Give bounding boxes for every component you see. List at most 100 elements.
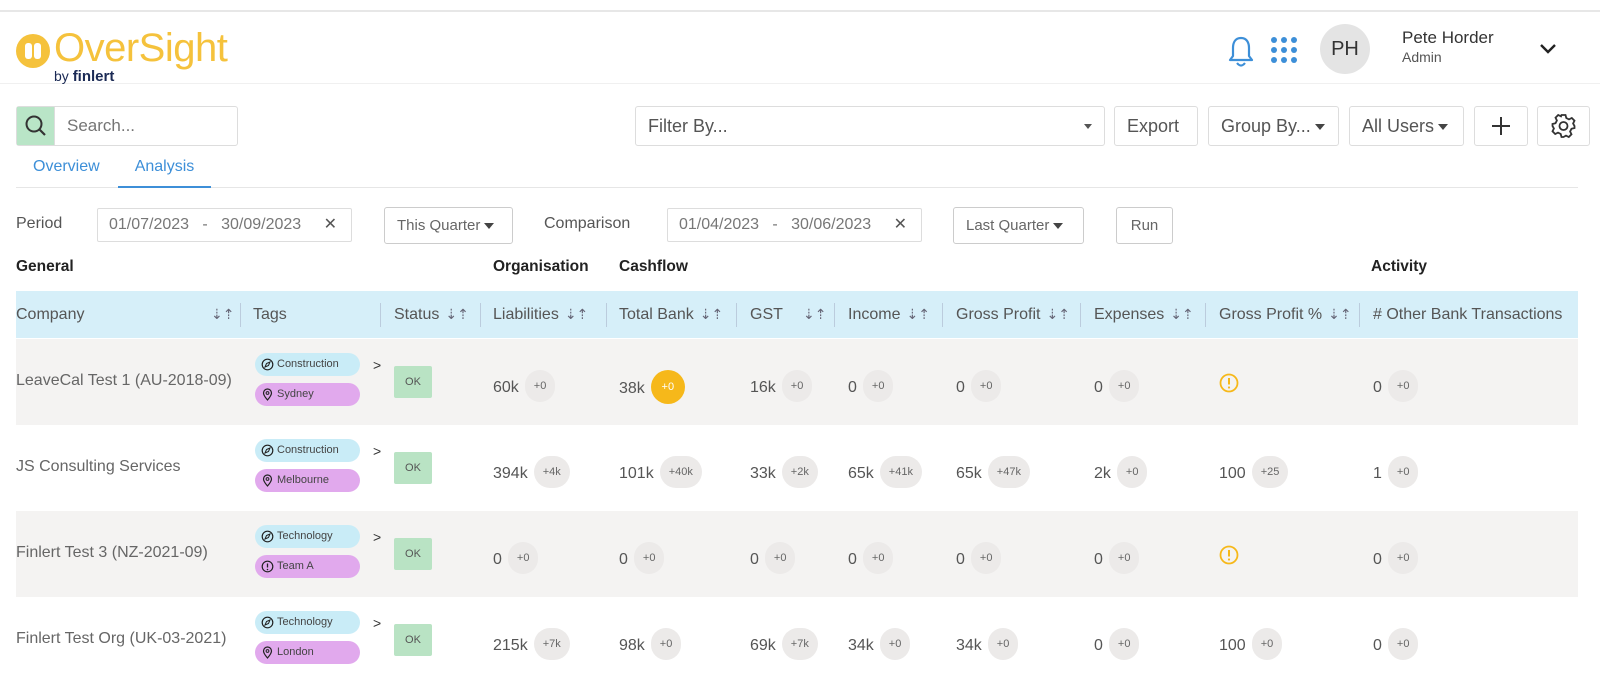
change-badge: +0	[1108, 542, 1140, 574]
col-tags[interactable]: Tags	[253, 291, 287, 338]
metric-value: 0	[1094, 551, 1103, 569]
table-row[interactable]: Finlert Test Org (UK-03-2021) Technology L…	[16, 597, 1578, 683]
group-tag[interactable]: Melbourne	[255, 469, 360, 492]
gst-value: 16k +0	[750, 370, 813, 404]
table-row[interactable]: JS Consulting Services Construction Melbou…	[16, 425, 1578, 511]
change-badge: +0	[862, 370, 894, 402]
industry-tag[interactable]: Technology	[255, 611, 360, 634]
comparison-preset-dropdown[interactable]: Last Quarter	[953, 207, 1084, 244]
oversight-logo[interactable]: OverSight by finlert	[16, 22, 256, 85]
col-liabilities[interactable]: Liabilities ⇣⇡	[493, 291, 588, 338]
plus-icon	[1492, 117, 1510, 135]
comparison-date-range[interactable]: 01/04/2023 - 30/06/2023 ✕	[667, 208, 922, 242]
col-total-bank[interactable]: Total Bank ⇣⇡	[619, 291, 723, 338]
company-name[interactable]: LeaveCal Test 1 (AU-2018-09)	[16, 372, 232, 390]
export-button[interactable]: Export	[1114, 106, 1198, 146]
search-icon	[25, 115, 46, 136]
period-preset-dropdown[interactable]: This Quarter	[384, 207, 513, 244]
change-badge: +2k	[781, 456, 818, 488]
change-badge: +0	[987, 628, 1019, 660]
metric-value: 0	[1373, 379, 1382, 397]
company-name[interactable]: Finlert Test Org (UK-03-2021)	[16, 630, 226, 648]
group-by-dropdown[interactable]: Group By...	[1208, 106, 1339, 146]
change-badge: +0	[1108, 628, 1140, 660]
industry-tag[interactable]: Construction	[255, 353, 360, 376]
tab-analysis[interactable]: Analysis	[118, 158, 211, 188]
tab-overview[interactable]: Overview	[33, 158, 100, 188]
chevron-down-icon[interactable]	[1538, 38, 1558, 58]
warning-icon[interactable]	[1219, 545, 1239, 565]
change-badge: +0	[633, 542, 665, 574]
user-name[interactable]: Pete Horder	[1402, 28, 1494, 48]
filter-by-dropdown[interactable]: Filter By...	[635, 106, 1105, 146]
avatar[interactable]: PH	[1320, 24, 1370, 74]
table-row[interactable]: Finlert Test 3 (NZ-2021-09) Technology Tea…	[16, 511, 1578, 597]
period-date-range[interactable]: 01/07/2023 - 30/09/2023 ✕	[97, 208, 352, 242]
window-top-border	[0, 0, 1600, 12]
metric-value: 101k	[619, 465, 654, 483]
col-gst[interactable]: GST	[750, 291, 783, 338]
clear-comparison-icon[interactable]: ✕	[894, 209, 907, 241]
metric-value: 0	[619, 551, 628, 569]
metric-value: 69k	[750, 637, 776, 655]
sort-icon[interactable]: ⇣⇡	[565, 291, 588, 338]
group-tag[interactable]: Team A	[255, 555, 360, 578]
col-status[interactable]: Status ⇣⇡	[394, 291, 469, 338]
compass-icon	[261, 444, 274, 457]
gear-icon	[1551, 113, 1576, 139]
all-users-dropdown[interactable]: All Users	[1349, 106, 1464, 146]
industry-tag[interactable]: Technology	[255, 525, 360, 548]
sort-icon[interactable]: ⇣⇡	[700, 291, 723, 338]
chevron-right-icon[interactable]: >	[373, 443, 381, 459]
metric-value: 394k	[493, 465, 528, 483]
tag-label: Melbourne	[277, 474, 329, 486]
warning-icon[interactable]	[1219, 373, 1239, 393]
liabilities-value: 215k +7k	[493, 628, 570, 662]
change-badge: +0	[879, 628, 911, 660]
user-role: Admin	[1402, 49, 1442, 65]
group-tag[interactable]: Sydney	[255, 383, 360, 406]
sort-icon[interactable]: ⇣⇡	[1328, 291, 1351, 338]
sort-icon[interactable]: ⇣⇡	[1046, 291, 1069, 338]
col-other-bank-transactions[interactable]: # Other Bank Transactions	[1373, 291, 1562, 338]
chevron-right-icon[interactable]: >	[373, 529, 381, 545]
col-gross-profit-pct[interactable]: Gross Profit % ⇣⇡	[1219, 291, 1352, 338]
change-badge: +0	[1108, 370, 1140, 402]
group-tag[interactable]: London	[255, 641, 360, 664]
metric-value: 100	[1219, 465, 1246, 483]
chevron-right-icon[interactable]: >	[373, 357, 381, 373]
col-expenses[interactable]: Expenses ⇣⇡	[1094, 291, 1194, 338]
metric-value: 65k	[848, 465, 874, 483]
gpp-value: 100 +0	[1219, 628, 1283, 662]
sort-icon[interactable]: ⇣⇡	[445, 291, 468, 338]
industry-tag[interactable]: Construction	[255, 439, 360, 462]
liabilities-value: 0 +0	[493, 542, 539, 576]
col-gross-profit[interactable]: Gross Profit ⇣⇡	[956, 291, 1070, 338]
sort-icon[interactable]: ⇣⇡	[1170, 291, 1193, 338]
col-income[interactable]: Income ⇣⇡	[848, 291, 930, 338]
add-button[interactable]	[1474, 106, 1528, 146]
clear-period-icon[interactable]: ✕	[324, 209, 337, 241]
change-badge: +7k	[781, 628, 818, 660]
sort-icon[interactable]: ⇣⇡	[803, 306, 826, 323]
sort-icon[interactable]: ⇣⇡	[211, 306, 234, 323]
tag-label: Construction	[277, 358, 339, 370]
company-name[interactable]: Finlert Test 3 (NZ-2021-09)	[16, 544, 208, 562]
company-name[interactable]: JS Consulting Services	[16, 458, 181, 476]
bell-icon[interactable]	[1226, 34, 1256, 70]
col-company[interactable]: Company	[16, 291, 84, 338]
obt-value: 1 +0	[1373, 456, 1419, 490]
apps-grid-icon[interactable]	[1270, 36, 1298, 64]
compass-icon	[261, 530, 274, 543]
run-button[interactable]: Run	[1116, 207, 1173, 244]
table-row[interactable]: LeaveCal Test 1 (AU-2018-09) Construction…	[16, 339, 1578, 425]
chevron-right-icon[interactable]: >	[373, 615, 381, 631]
obt-value: 0 +0	[1373, 542, 1419, 576]
sort-icon[interactable]: ⇣⇡	[906, 291, 929, 338]
search-input[interactable]	[57, 107, 235, 145]
settings-button[interactable]	[1537, 106, 1590, 146]
bank-value: 101k +40k	[619, 456, 702, 490]
gp-value: 65k +47k	[956, 456, 1030, 490]
search-button[interactable]	[17, 107, 55, 145]
location-icon	[262, 388, 273, 401]
